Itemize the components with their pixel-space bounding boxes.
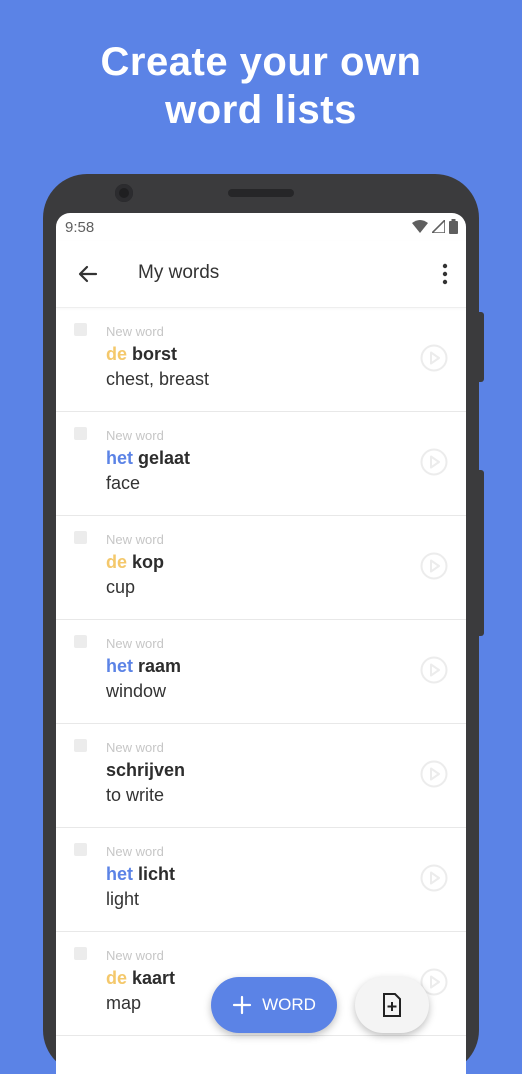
phone-side-button-2 xyxy=(478,470,484,636)
item-tag: New word xyxy=(106,324,164,339)
item-translation: to write xyxy=(106,785,165,805)
play-audio-icon[interactable] xyxy=(420,344,448,372)
signal-icon xyxy=(432,220,445,233)
item-word-text: licht xyxy=(138,864,176,884)
more-vertical-icon[interactable] xyxy=(442,263,448,285)
item-translation: cup xyxy=(106,577,136,597)
item-word-text: borst xyxy=(132,344,178,364)
headline-line-2: word lists xyxy=(165,88,357,132)
phone-screen: 9:58 My words New word de borst chest, brea… xyxy=(56,213,466,1074)
file-plus-icon xyxy=(383,993,401,1017)
word-list-item[interactable]: New word het licht light xyxy=(56,828,466,932)
item-word-text: schrijven xyxy=(106,760,186,780)
item-word-text: kaart xyxy=(132,968,176,988)
item-article: de xyxy=(106,552,128,572)
promo-headline: Create your own word lists xyxy=(0,38,522,134)
item-article: de xyxy=(106,968,128,988)
word-list-item[interactable]: New word het raam window xyxy=(56,620,466,724)
item-checkbox[interactable] xyxy=(74,531,87,544)
status-time: 9:58 xyxy=(65,219,95,236)
item-word-text: raam xyxy=(138,656,182,676)
item-word-text: kop xyxy=(132,552,165,572)
item-translation: face xyxy=(106,473,141,493)
phone-frame: 9:58 My words New word de borst chest, brea… xyxy=(43,174,479,1074)
front-camera xyxy=(115,184,133,202)
item-checkbox[interactable] xyxy=(74,739,87,752)
word-list-item[interactable]: New word de kop cup xyxy=(56,516,466,620)
add-word-label: WORD xyxy=(262,995,316,1014)
item-word: de borst xyxy=(106,344,177,365)
phone-side-button-1 xyxy=(478,312,484,382)
headline-line-1: Create your own xyxy=(100,40,422,84)
item-checkbox[interactable] xyxy=(74,843,87,856)
item-translation: chest, breast xyxy=(106,369,210,389)
item-tag: New word xyxy=(106,948,164,963)
play-audio-icon[interactable] xyxy=(420,656,448,684)
item-checkbox[interactable] xyxy=(74,947,87,960)
item-article: het xyxy=(106,448,133,468)
item-translation: window xyxy=(106,681,167,701)
item-word: de kaart xyxy=(106,968,175,989)
play-audio-icon[interactable] xyxy=(420,760,448,788)
wifi-icon xyxy=(412,220,428,233)
item-article: het xyxy=(106,864,133,884)
item-tag: New word xyxy=(106,532,164,547)
item-checkbox[interactable] xyxy=(74,635,87,648)
page-title: My words xyxy=(138,262,220,283)
item-word: schrijven xyxy=(106,760,185,781)
earpiece-speaker xyxy=(228,189,294,197)
item-tag: New word xyxy=(106,844,164,859)
item-word: de kop xyxy=(106,552,164,573)
play-audio-icon[interactable] xyxy=(420,448,448,476)
word-list-item[interactable]: New word de borst chest, breast xyxy=(56,308,466,412)
item-word: het licht xyxy=(106,864,175,885)
add-word-button[interactable]: WORD xyxy=(211,977,337,1033)
item-checkbox[interactable] xyxy=(74,427,87,440)
item-tag: New word xyxy=(106,636,164,651)
item-translation: light xyxy=(106,889,140,909)
word-list: New word de borst chest, breast New word het g… xyxy=(56,308,466,1036)
item-tag: New word xyxy=(106,740,164,755)
item-translation: map xyxy=(106,993,142,1013)
play-audio-icon[interactable] xyxy=(420,552,448,580)
item-tag: New word xyxy=(106,428,164,443)
arrow-left-icon[interactable] xyxy=(76,262,100,286)
item-word: het gelaat xyxy=(106,448,190,469)
status-bar: 9:58 xyxy=(56,213,466,241)
app-bar: My words xyxy=(56,241,466,308)
plus-icon xyxy=(232,995,252,1015)
battery-icon xyxy=(449,219,458,234)
word-list-item[interactable]: New word het gelaat face xyxy=(56,412,466,516)
word-list-item[interactable]: New word schrijven to write xyxy=(56,724,466,828)
import-file-button[interactable] xyxy=(355,977,429,1033)
item-word-text: gelaat xyxy=(138,448,191,468)
item-article: de xyxy=(106,344,128,364)
play-audio-icon[interactable] xyxy=(420,864,448,892)
item-article: het xyxy=(106,656,133,676)
item-checkbox[interactable] xyxy=(74,323,87,336)
item-word: het raam xyxy=(106,656,181,677)
